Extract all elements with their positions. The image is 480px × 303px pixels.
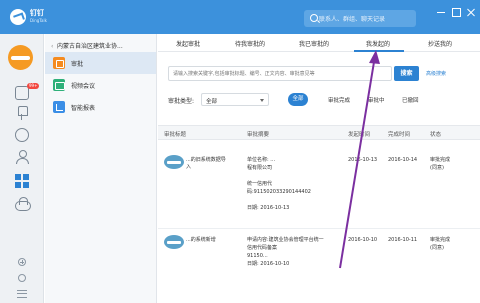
approval-search-field[interactable] [168,66,392,81]
close-icon[interactable] [466,7,476,17]
approval-thumbnail-icon [164,235,184,249]
row-status-result: (同意) [430,245,444,251]
sidebar-item-label: 审批 [71,61,84,68]
ding-icon[interactable] [15,128,29,142]
row-start-time: 2016-10-10 [348,237,378,243]
contacts-icon[interactable] [15,150,29,164]
org-name: 内蒙古自治区建筑业协... [57,43,123,50]
sidebar-item-label: 智能报表 [71,105,96,112]
row-summary-line: 程有限公司 [247,165,273,171]
row-start-time: 2016-10-13 [348,157,378,163]
row-title: ...的系统新增 [186,237,216,243]
column-header-summary: 审批摘要 [247,132,270,138]
dingtalk-logo-icon [10,9,26,25]
approval-tabs: 发起审批 待我审批的 我已审批的 我发起的 抄送我的 [158,34,480,52]
add-icon[interactable] [18,258,26,266]
row-end-time: 2016-10-14 [388,157,418,163]
unread-badge: 99+ [27,83,40,89]
approval-main: 发起审批 待我审批的 我已审批的 我发起的 抄送我的 搜索 高级搜索 审批类型:… [158,34,480,303]
row-status: 审批完成 [430,157,451,163]
status-filter-withdrawn[interactable]: 已撤回 [402,96,419,104]
table-row[interactable]: ...的系统新增 申请内容:建筑业协会管理平台统一 信用代码备案 91150..… [158,229,480,303]
global-search-box[interactable]: 联系人、群组、聊天记录 [304,10,416,27]
approval-type-value: 全部 [206,99,218,105]
sidebar-item-approval[interactable]: 审批 [45,52,156,74]
row-summary-line: 单位名称: ... [247,157,276,163]
column-header-start-time: 发起时间 [348,132,371,138]
app-nav-bar: 99+ [0,34,44,303]
row-end-time: 2016-10-11 [388,237,418,243]
row-summary-line: 码:911502033290144402 [247,189,311,195]
row-summary-line: 统一信用代 [247,181,273,187]
pin-icon[interactable] [15,106,29,120]
settings-icon[interactable] [18,274,26,282]
table-row[interactable]: ...的旧系统数据导入 单位名称: ... 程有限公司 统一信用代 码:9115… [158,141,480,229]
video-icon [53,79,65,91]
search-icon [310,14,318,22]
approval-type-select[interactable]: 全部 [201,93,269,106]
status-filter-all[interactable]: 全部 [288,93,308,106]
active-tab-indicator [354,50,404,52]
workbench-sidebar: ‹ 内蒙古自治区建筑业协... 审批 视频会议 智能报表 [45,34,157,303]
approval-search-input[interactable] [169,67,389,80]
sidebar-item-smart-report[interactable]: 智能报表 [45,96,156,118]
search-button[interactable]: 搜索 [394,66,419,81]
minimize-icon[interactable] [436,7,446,17]
app-subtitle: DingTalk [30,18,47,23]
tab-pending-my-approval[interactable]: 待我审批的 [235,39,265,48]
approval-icon [53,57,65,69]
global-search-placeholder: 联系人、群组、聊天记录 [319,16,386,23]
title-bar: 钉钉 DingTalk 联系人、群组、聊天记录 [0,0,480,34]
cloud-drive-icon[interactable] [15,196,31,211]
row-status: 审批完成 [430,237,451,243]
advanced-search-link[interactable]: 高级搜索 [426,70,446,77]
maximize-icon[interactable] [451,7,461,17]
approval-thumbnail-icon [164,155,184,169]
tab-start-approval[interactable]: 发起审批 [176,39,200,48]
tab-cc-to-me[interactable]: 抄送我的 [428,39,452,48]
sidebar-item-label: 视频会议 [71,83,96,90]
table-header: 审批标题 审批摘要 发起时间 完成时间 状态 [158,125,480,140]
tab-approved-by-me[interactable]: 我已审批的 [299,39,329,48]
app-name: 钉钉 [30,9,44,17]
approval-type-label: 审批类型: [168,98,195,105]
row-status-result: (同意) [430,165,444,171]
row-summary-date: 日期: 2016-10-13 [247,205,290,211]
sidebar-item-video-meeting[interactable]: 视频会议 [45,74,156,96]
row-summary-line: 申请内容:建筑业协会管理平台统一 [247,237,324,243]
chevron-down-icon [260,99,264,102]
tab-initiated-by-me[interactable]: 我发起的 [366,39,390,48]
column-header-end-time: 完成时间 [388,132,411,138]
row-summary-date: 日期: 2016-10-10 [247,261,290,267]
report-icon [53,101,65,113]
row-summary-line: 91150... [247,253,268,259]
workbench-icon[interactable] [15,174,29,188]
row-title: ...的旧系统数据导入 [186,157,226,170]
column-header-status: 状态 [430,132,442,138]
column-header-title: 审批标题 [164,132,187,138]
menu-icon[interactable] [17,290,27,298]
row-summary-line: 信用代码备案 [247,245,278,251]
status-filter-in-progress[interactable]: 审批中 [368,96,385,104]
status-filter-completed[interactable]: 审批完成 [328,96,350,104]
avatar[interactable] [8,45,33,70]
